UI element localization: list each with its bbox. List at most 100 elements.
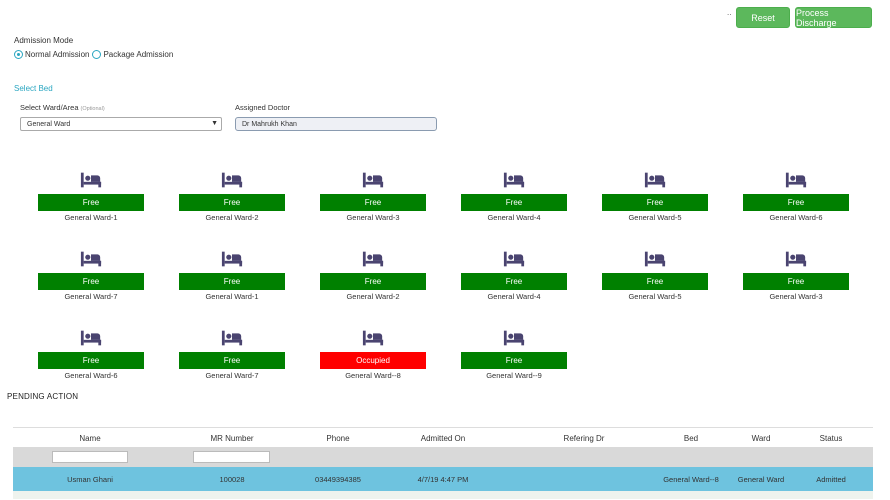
ward-select-value: General Ward [27,120,71,128]
assigned-doctor-label: Assigned Doctor [235,103,291,112]
bed-card[interactable]: Free General Ward-2 [179,170,285,226]
bed-icon [80,170,102,190]
bed-name: General Ward-2 [346,292,400,301]
bed-name: General Ward--9 [486,371,542,380]
bed-name: General Ward-3 [346,213,400,222]
assigned-doctor-value: Dr Mahrukh Khan [242,120,297,128]
overflow-dots: .. [727,8,732,17]
column-header-refering-dr[interactable]: Refering Dr [544,434,624,443]
bed-status: Free [602,194,708,211]
normal-admission-label[interactable]: Normal Admission [25,50,89,59]
bed-card[interactable]: Free General Ward-4 [461,249,567,305]
bed-name: General Ward-1 [64,213,118,222]
bed-name: General Ward-7 [64,292,118,301]
column-header-phone[interactable]: Phone [298,434,378,443]
bed-name: General Ward-6 [769,213,823,222]
bed-icon [80,328,102,348]
table-cell: Admitted [816,475,846,484]
column-header-status[interactable]: Status [791,434,871,443]
bed-name: General Ward-4 [487,292,541,301]
bed-status: Free [320,273,426,290]
process-discharge-button[interactable]: Process Discharge [795,7,872,28]
bed-icon [362,328,384,348]
bed-status: Free [179,194,285,211]
reset-button[interactable]: Reset [736,7,790,28]
package-admission-radio[interactable] [92,50,102,59]
table-row-empty [13,491,873,499]
bed-name: General Ward--8 [345,371,401,380]
bed-card[interactable]: Free General Ward-5 [602,249,708,305]
bed-card[interactable]: Free General Ward-4 [461,170,567,226]
ward-label-text: Select Ward/Area [20,103,79,112]
bed-icon [644,170,666,190]
admission-mode-label: Admission Mode [14,36,74,45]
bed-card[interactable]: Free General Ward-6 [38,328,144,384]
bed-icon [221,328,243,348]
bed-name: General Ward-5 [628,292,682,301]
bed-card[interactable]: Free General Ward-2 [320,249,426,305]
bed-status: Free [179,273,285,290]
bed-name: General Ward-6 [64,371,118,380]
bed-card[interactable]: Free General Ward--9 [461,328,567,384]
normal-admission-radio[interactable] [14,50,23,59]
table-body: Usman Ghani 100028 03449394385 4/7/19 4:47 … [13,467,873,491]
column-header-bed[interactable]: Bed [651,434,731,443]
column-header-name[interactable]: Name [50,434,130,443]
bed-name: General Ward-4 [487,213,541,222]
column-header-mr-number[interactable]: MR Number [192,434,272,443]
admission-mode-radio-group: Normal Admission Package Admission [14,50,173,59]
bed-status: Free [179,352,285,369]
bed-card[interactable]: Free General Ward-7 [179,328,285,384]
column-header-admitted-on[interactable]: Admitted On [403,434,483,443]
bed-card[interactable]: Free General Ward-5 [602,170,708,226]
bed-card[interactable]: Free General Ward-1 [38,170,144,226]
bed-icon [362,170,384,190]
bed-icon [785,170,807,190]
pending-action-heading: PENDING ACTION [7,392,79,401]
bed-icon [221,170,243,190]
bed-icon [785,249,807,269]
bed-icon [503,249,525,269]
ward-optional-hint: (Optional) [80,106,105,112]
bed-status: Free [461,273,567,290]
bed-icon [503,170,525,190]
assigned-doctor-field[interactable]: Dr Mahrukh Khan [235,117,437,131]
ward-select[interactable]: General Ward ▼ [20,117,222,131]
bed-status: Free [38,273,144,290]
bed-icon [362,249,384,269]
bed-card[interactable]: Free General Ward-3 [320,170,426,226]
table-header: Name MR Number Phone Admitted On Refering Dr… [13,427,873,447]
column-header-ward[interactable]: Ward [721,434,801,443]
bed-card[interactable]: Free General Ward-3 [743,249,849,305]
bed-grid: Free General Ward-1 Free General Ward-2 Free… [38,170,849,390]
name-filter-input[interactable] [52,451,128,463]
bed-status: Free [743,273,849,290]
filter-row [13,447,873,467]
pending-action-table: Name MR Number Phone Admitted On Refering Dr… [13,427,873,499]
bed-icon [221,249,243,269]
bed-icon [644,249,666,269]
bed-status: Free [320,194,426,211]
bed-status: Free [743,194,849,211]
bed-name: General Ward-2 [205,213,259,222]
bed-card[interactable]: Occupied General Ward--8 [320,328,426,384]
bed-name: General Ward-5 [628,213,682,222]
bed-status: Free [38,194,144,211]
table-cell: 4/7/19 4:47 PM [417,475,469,484]
bed-icon [503,328,525,348]
bed-status: Occupied [320,352,426,369]
bed-card[interactable]: Free General Ward-7 [38,249,144,305]
dropdown-arrow-icon: ▼ [211,120,218,127]
table-row[interactable]: Usman Ghani 100028 03449394385 4/7/19 4:47 … [13,467,873,491]
package-admission-label[interactable]: Package Admission [103,50,173,59]
select-bed-heading: Select Bed [14,84,53,93]
table-cell: 03449394385 [315,475,361,484]
mr-number-filter-input[interactable] [193,451,270,463]
bed-card[interactable]: Free General Ward-1 [179,249,285,305]
bed-card[interactable]: Free General Ward-6 [743,170,849,226]
bed-icon [80,249,102,269]
bed-status: Free [461,194,567,211]
bed-status: Free [38,352,144,369]
bed-status: Free [602,273,708,290]
table-cell: Usman Ghani [67,475,113,484]
